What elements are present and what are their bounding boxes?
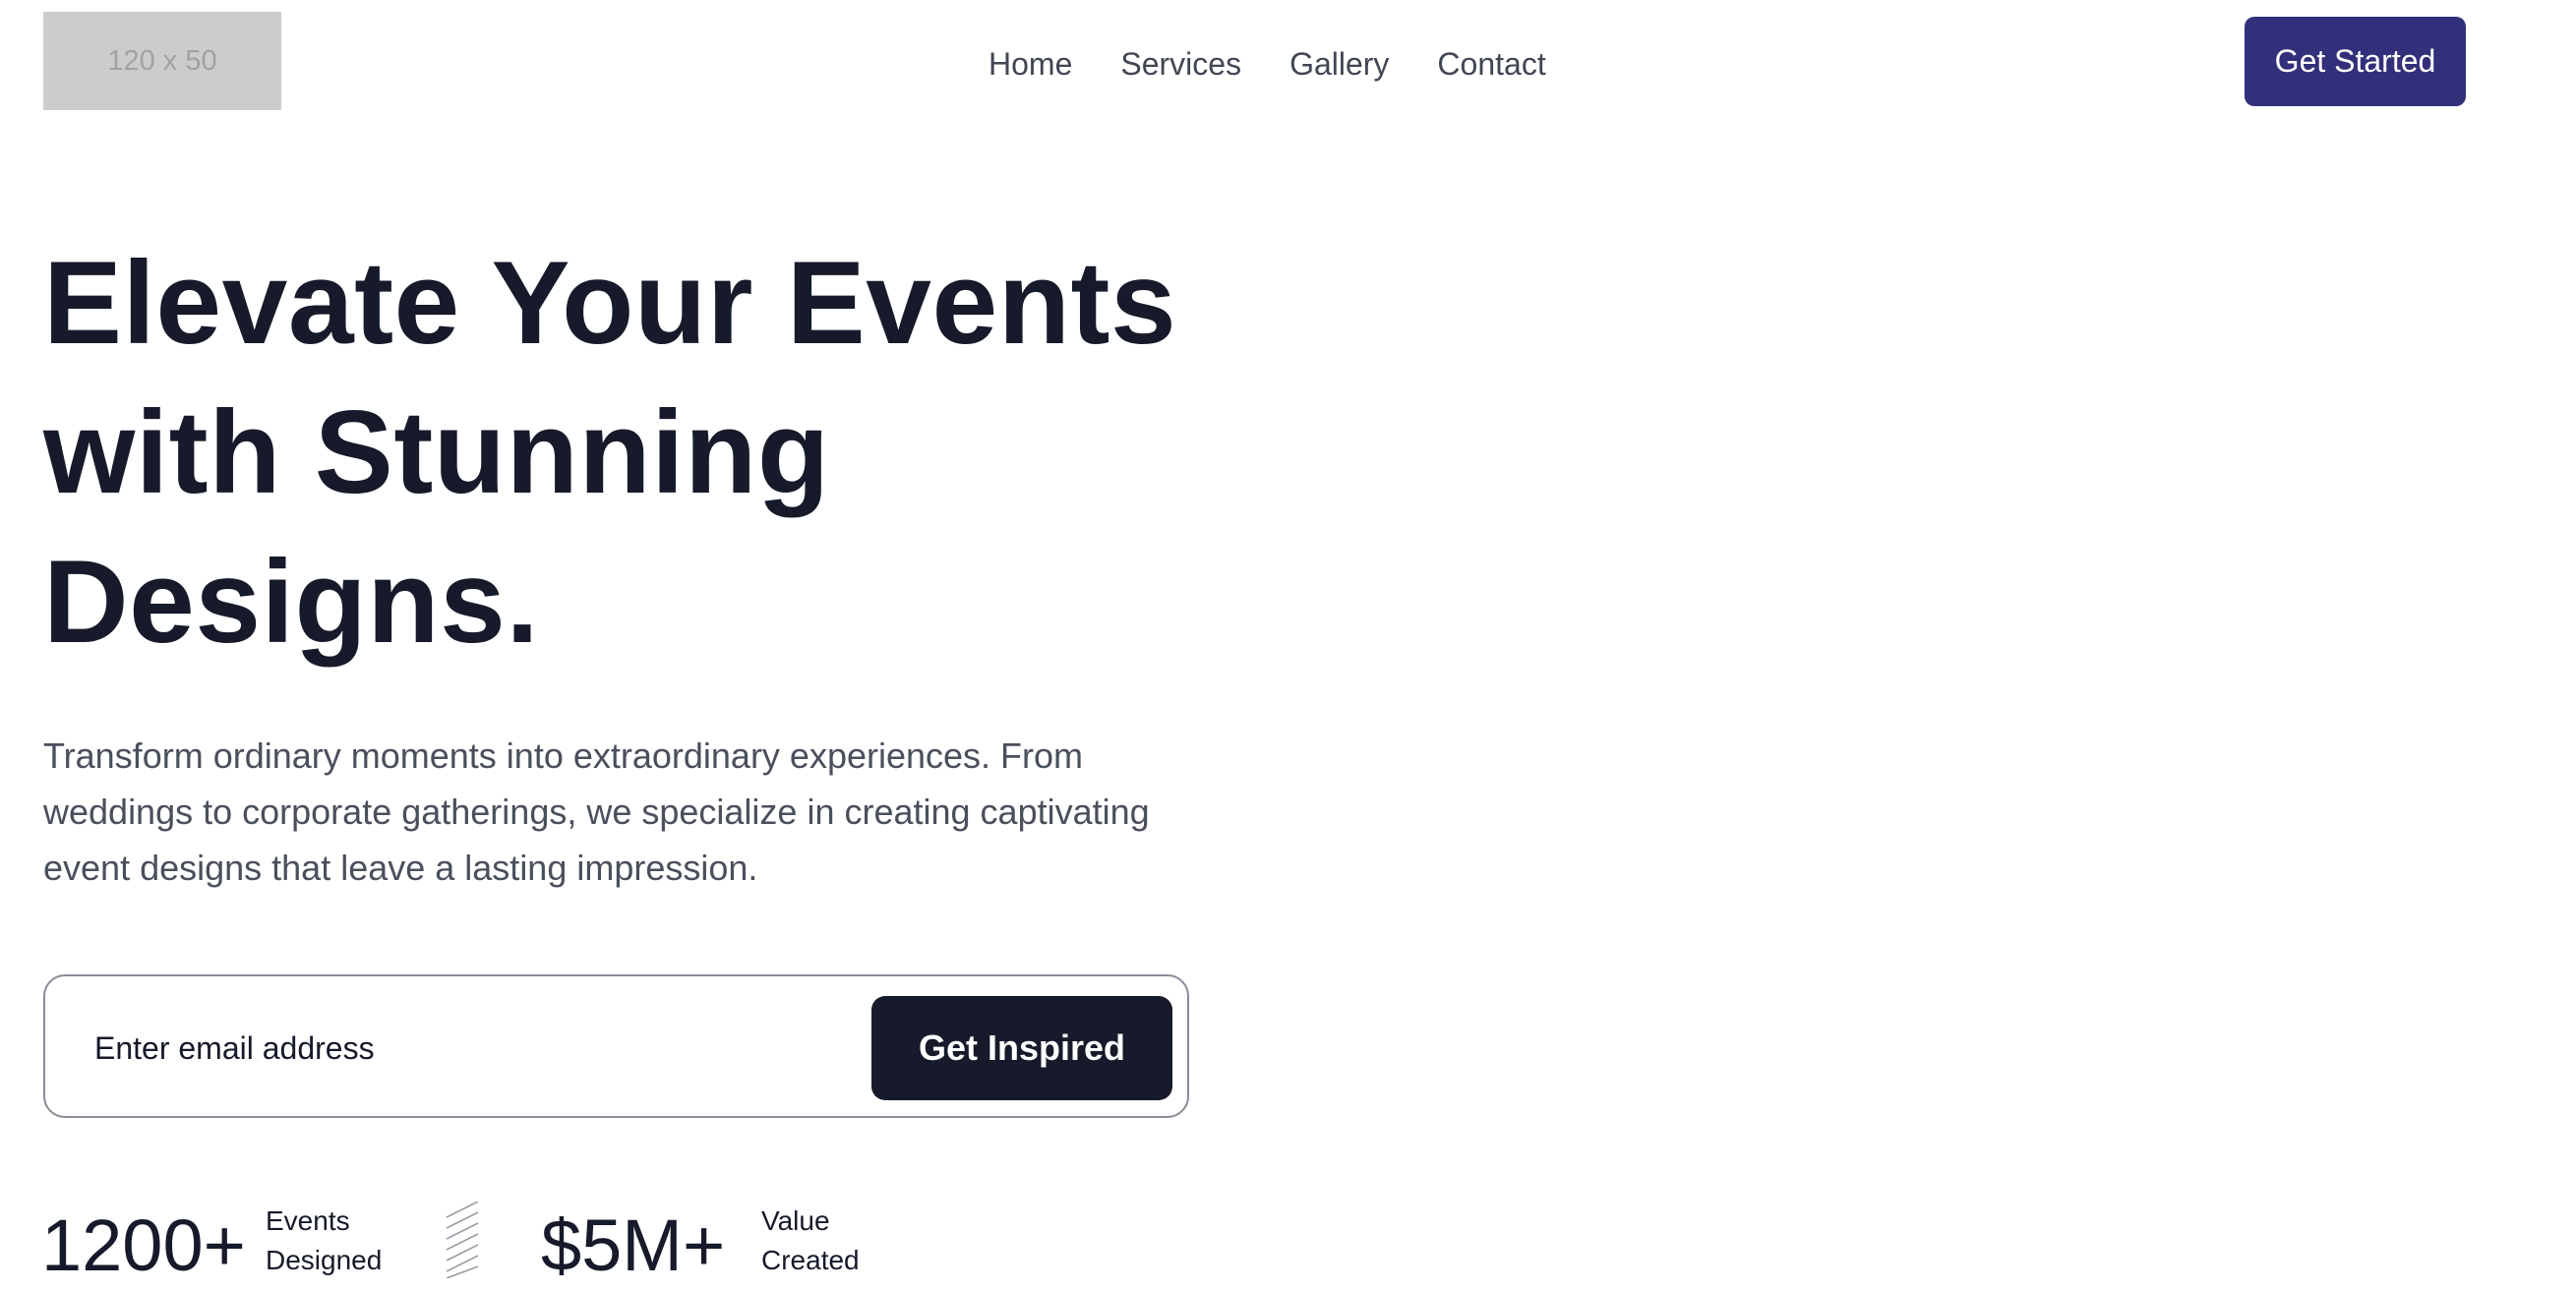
nav-link-contact[interactable]: Contact [1437,41,1545,87]
stat-events-label: Events Designed [266,1202,382,1280]
logo-placeholder-text: 120 x 50 [107,44,217,77]
stat-value-label-line-2: Created [761,1245,860,1275]
nav-link-gallery[interactable]: Gallery [1289,41,1389,87]
stat-events-label-line-2: Designed [266,1245,383,1275]
email-input[interactable] [92,1014,844,1083]
email-signup-form: Get Inspired [43,974,1189,1118]
stat-value-number: $5M+ [541,1204,726,1286]
landing-page: 120 x 50 Home Services Gallery Contact G… [0,0,2576,1291]
stat-value-label-line-1: Value [761,1205,830,1236]
stat-events-label-line-1: Events [266,1205,350,1236]
get-started-button[interactable]: Get Started [2245,17,2466,106]
stat-events-number: 1200+ [41,1204,246,1286]
hero-title: Elevate Your Events with Stunning Design… [43,228,1224,676]
nav-link-services[interactable]: Services [1120,41,1241,87]
hero-title-line-1: Elevate Your Events [43,237,1177,369]
get-inspired-button[interactable]: Get Inspired [871,996,1172,1100]
logo-placeholder[interactable]: 120 x 50 [43,12,281,110]
hero-description: Transform ordinary moments into extraord… [43,735,1150,888]
stat-value-label: Value Created [761,1202,860,1280]
hatched-divider-icon [446,1202,479,1278]
main-nav: Home Services Gallery Contact [988,41,1546,87]
hero-title-line-2: with Stunning [43,386,830,518]
hero-title-line-3: Designs. [43,536,540,668]
nav-link-home[interactable]: Home [988,41,1072,87]
